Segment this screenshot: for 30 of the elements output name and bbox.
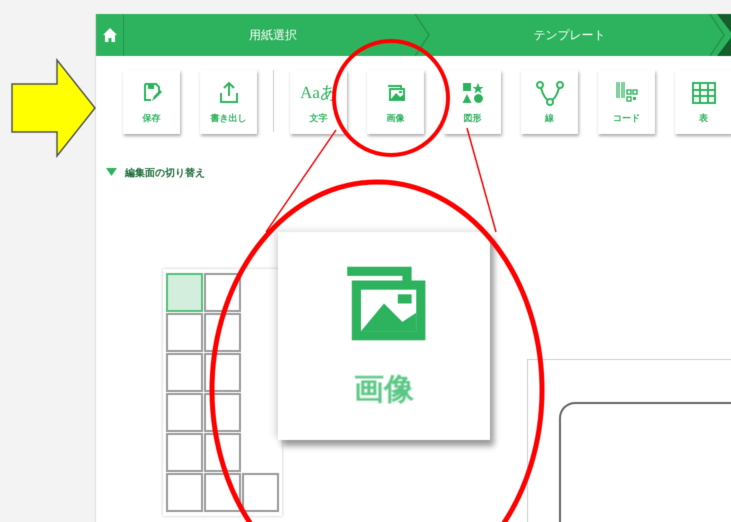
page-thumbnail[interactable] bbox=[166, 313, 203, 352]
step-tab[interactable] bbox=[717, 14, 731, 56]
export-button[interactable]: 書き出し bbox=[200, 70, 257, 134]
shape-button[interactable]: 図形 bbox=[444, 70, 501, 134]
line-button[interactable]: 線 bbox=[521, 70, 578, 134]
step-tab[interactable]: 用紙選択 bbox=[124, 14, 422, 56]
line-icon bbox=[536, 80, 564, 106]
qr-code-icon bbox=[616, 80, 638, 104]
chevron-divider bbox=[709, 14, 725, 56]
table-button[interactable]: 表 bbox=[675, 70, 731, 134]
page-thumbnail[interactable] bbox=[166, 433, 203, 472]
code-button[interactable]: コード bbox=[598, 70, 655, 134]
shapes-icon bbox=[462, 82, 484, 104]
upload-icon bbox=[218, 80, 240, 104]
section-label[interactable]: 編集面の切り替え bbox=[125, 166, 205, 180]
page-thumbnail[interactable] bbox=[166, 353, 203, 392]
chevron-divider bbox=[414, 14, 430, 56]
picture-icon bbox=[386, 84, 406, 102]
page-thumbnail[interactable] bbox=[166, 273, 203, 312]
magnified-label: 画像 bbox=[354, 371, 414, 409]
save-icon bbox=[142, 82, 162, 104]
toggle-triangle-icon[interactable] bbox=[106, 168, 117, 178]
step-tab[interactable]: テンプレート bbox=[422, 14, 717, 56]
home-icon[interactable] bbox=[102, 28, 116, 42]
table-icon bbox=[692, 82, 716, 104]
page-thumbnail[interactable] bbox=[166, 473, 203, 512]
image-button[interactable]: 画像 bbox=[367, 70, 424, 134]
save-button[interactable]: 保存 bbox=[123, 70, 180, 134]
page-thumbnail[interactable] bbox=[242, 473, 279, 512]
page-thumbnail[interactable] bbox=[166, 393, 203, 432]
